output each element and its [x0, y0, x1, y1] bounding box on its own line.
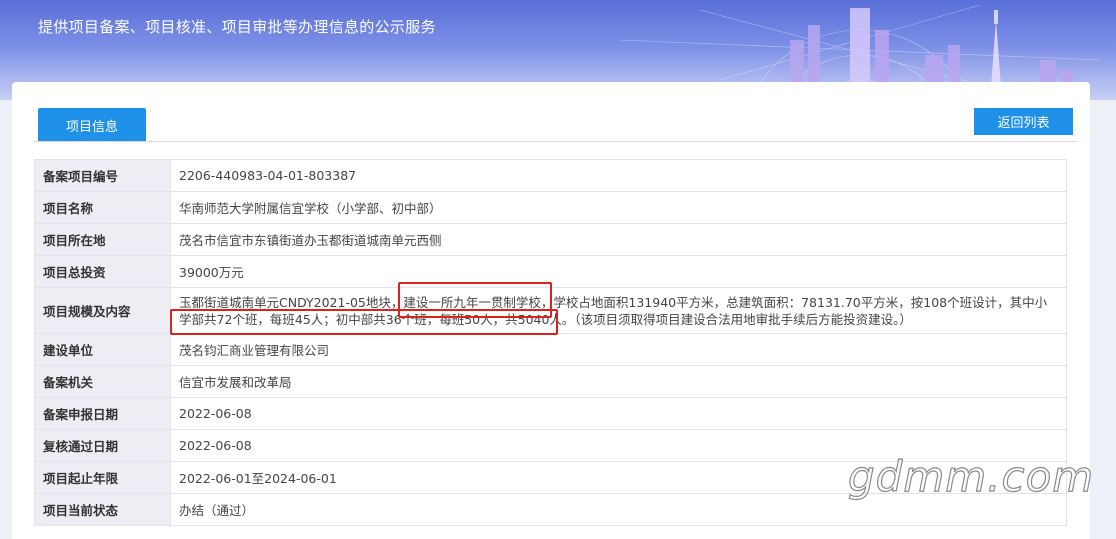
row-label: 备案项目编号: [34, 159, 171, 192]
row-label: 项目总投资: [34, 255, 171, 288]
table-row: 项目总投资 39000万元: [34, 255, 1067, 288]
table-row: 项目所在地 茂名市信宜市东镇街道办玉都街道城南单元西侧: [34, 223, 1067, 256]
table-row: 建设单位 茂名钧汇商业管理有限公司: [34, 333, 1067, 366]
row-value: 2022-06-08: [170, 397, 1067, 430]
row-label: 项目规模及内容: [34, 287, 171, 334]
row-value: 2206-440983-04-01-803387: [170, 159, 1067, 192]
row-label: 项目名称: [34, 191, 171, 224]
row-label: 项目所在地: [34, 223, 171, 256]
site-watermark: gdmm.com: [847, 451, 1095, 501]
tab-divider: [34, 141, 1078, 142]
back-to-list-button[interactable]: 返回列表: [974, 108, 1073, 135]
table-row: 备案申报日期 2022-06-08: [34, 397, 1067, 430]
tab-project-info[interactable]: 项目信息: [38, 108, 146, 142]
row-value: 信宜市发展和改革局: [170, 365, 1067, 398]
banner-title: 提供项目备案、项目核准、项目审批等办理信息的公示服务: [38, 18, 436, 36]
row-value: 茂名市信宜市东镇街道办玉都街道城南单元西侧: [170, 223, 1067, 256]
row-value: 华南师范大学附属信宜学校（小学部、初中部）: [170, 191, 1067, 224]
row-label: 备案申报日期: [34, 397, 171, 430]
row-label: 项目当前状态: [34, 493, 171, 526]
row-value: 39000万元: [170, 255, 1067, 288]
row-value: 茂名钧汇商业管理有限公司: [170, 333, 1067, 366]
row-value: 玉都街道城南单元CNDY2021-05地块，建设一所九年一贯制学校，学校占地面积…: [170, 287, 1067, 334]
table-row: 项目规模及内容 玉都街道城南单元CNDY2021-05地块，建设一所九年一贯制学…: [34, 287, 1067, 334]
table-row: 备案机关 信宜市发展和改革局: [34, 365, 1067, 398]
row-label: 复核通过日期: [34, 429, 171, 462]
row-label: 建设单位: [34, 333, 171, 366]
table-row: 备案项目编号 2206-440983-04-01-803387: [34, 159, 1067, 192]
row-label: 项目起止年限: [34, 461, 171, 494]
row-label: 备案机关: [34, 365, 171, 398]
table-row: 项目名称 华南师范大学附属信宜学校（小学部、初中部）: [34, 191, 1067, 224]
